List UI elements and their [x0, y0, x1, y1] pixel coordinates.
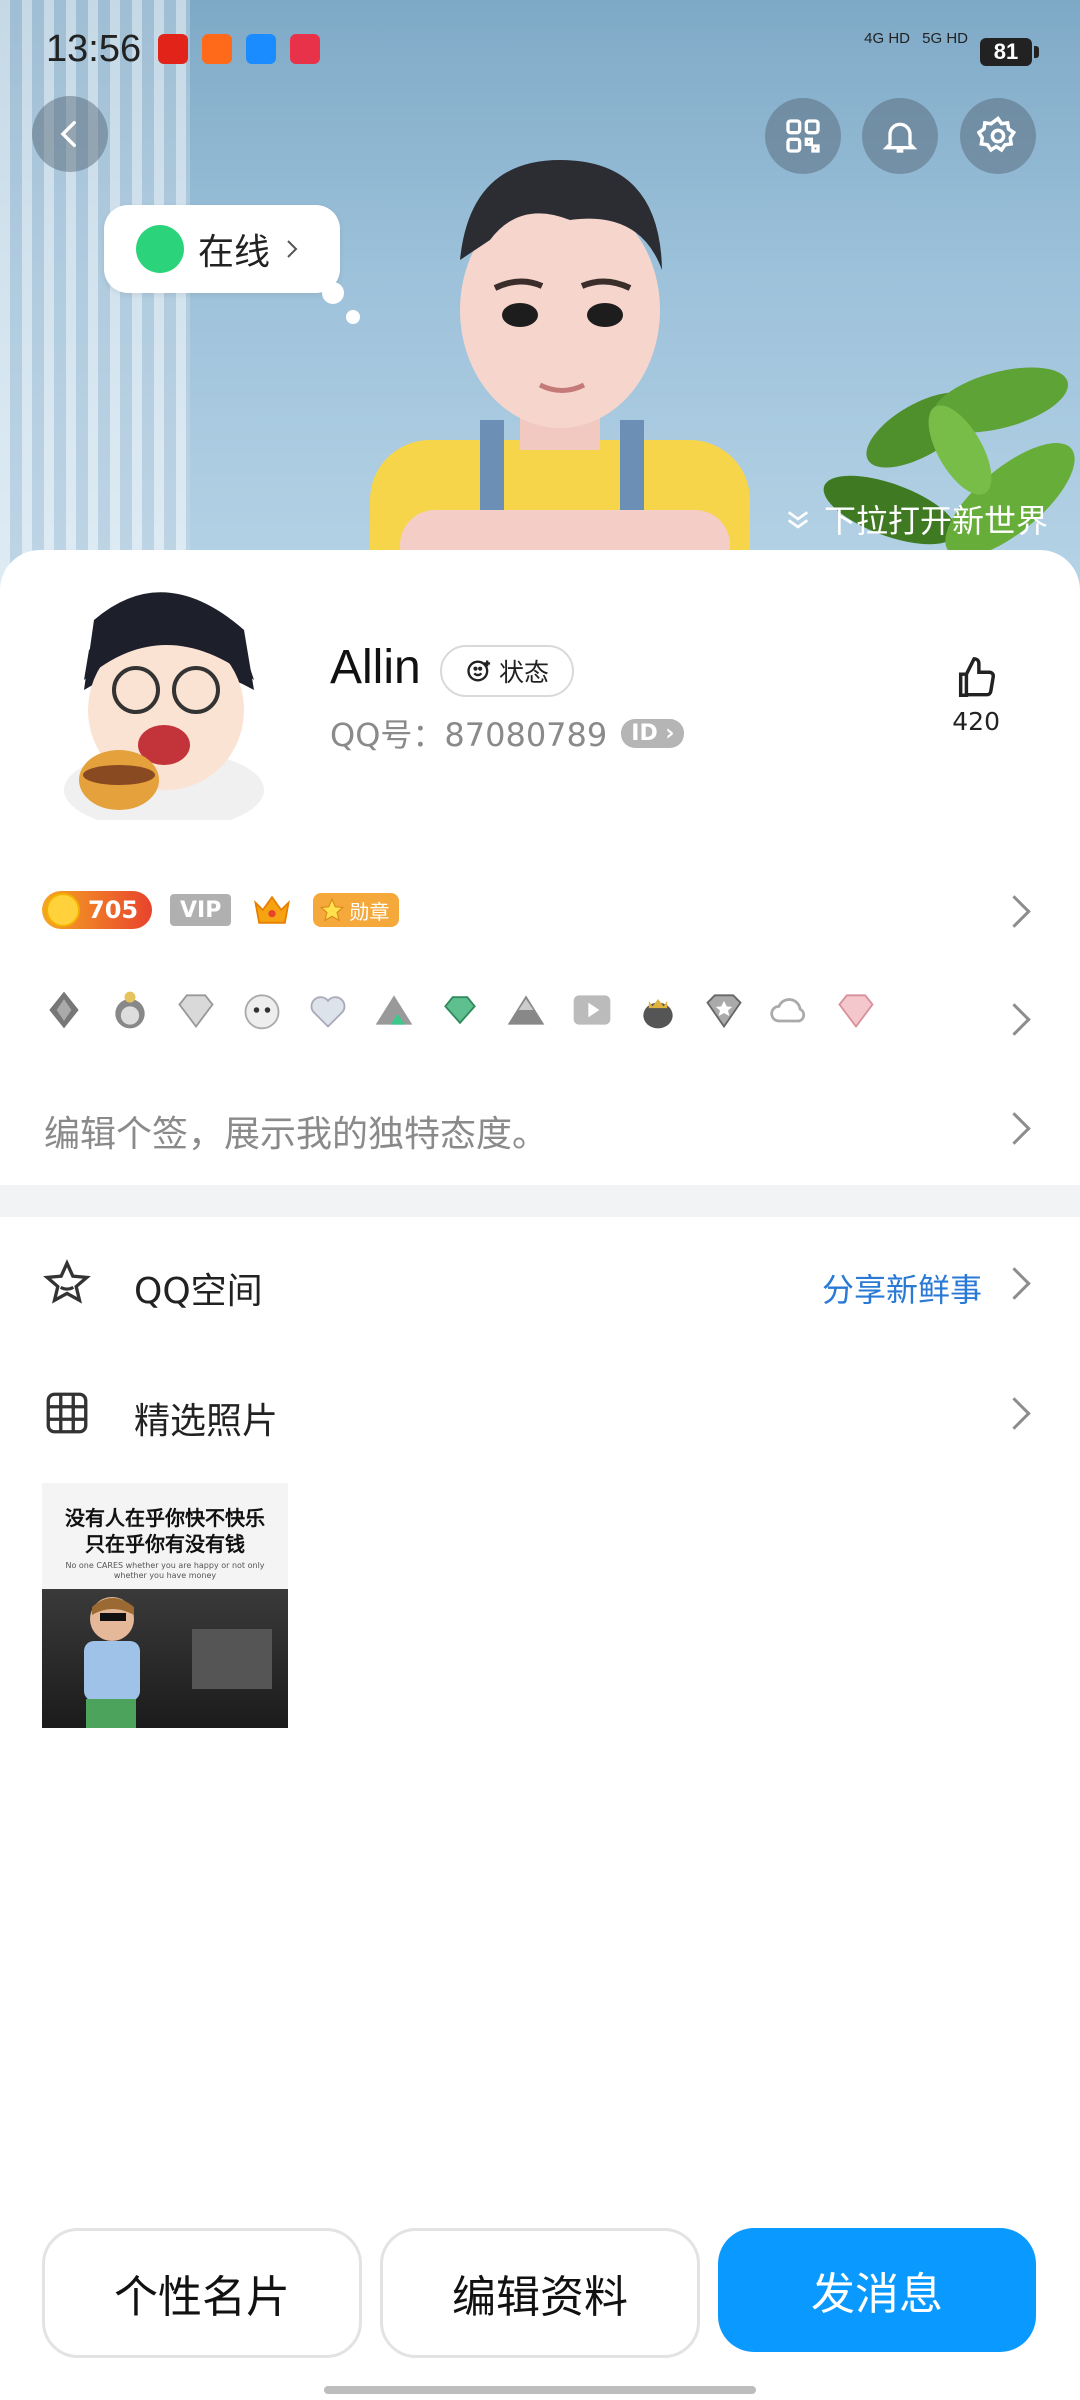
section-divider — [0, 1185, 1080, 1217]
app-icon-orange — [202, 34, 232, 64]
status-bar: 13:56 4G HD 5G HD 81 — [0, 0, 1080, 100]
featured-photo[interactable]: 没有人在乎你快不快乐 只在乎你有没有钱 No one CARES whether… — [42, 1483, 288, 1728]
pull-hint-text: 下拉打开新世界 — [823, 502, 1048, 540]
photo-image — [42, 1589, 288, 1728]
smile-plus-icon — [467, 660, 491, 682]
medal-badge: 勋章 — [313, 893, 400, 927]
coin-level-badge: 705 — [42, 891, 152, 929]
signal-4g: 4G HD — [864, 30, 910, 47]
like-button[interactable]: 420 — [952, 655, 1000, 736]
profile-hero-banner[interactable]: 13:56 4G HD 5G HD 81 在线 下拉打开新世界 — [0, 0, 1080, 590]
pink-diamond-icon — [838, 994, 874, 1029]
notification-button[interactable] — [862, 98, 938, 174]
bomb-face-icon — [244, 994, 280, 1030]
photo-caption-cn-2: 只在乎你有没有钱 — [85, 1532, 245, 1556]
send-message-button[interactable]: 发消息 — [718, 2228, 1036, 2352]
coin-icon — [46, 893, 80, 927]
battery-indicator: 81 — [980, 38, 1039, 66]
online-dot-icon — [136, 225, 184, 273]
qr-code-button[interactable] — [765, 98, 841, 174]
photo-caption-area: 没有人在乎你快不快乐 只在乎你有没有钱 No one CARES whether… — [42, 1483, 288, 1589]
online-label: 在线 — [198, 232, 271, 273]
profile-name: Allin — [330, 641, 421, 694]
crown-icon — [254, 895, 291, 924]
3d-avatar[interactable] — [370, 140, 750, 590]
qq-number: QQ号：87080789 — [330, 716, 608, 754]
thumbs-up-icon — [959, 657, 996, 697]
id-badge-label: ID — [631, 720, 658, 746]
profile-avatar[interactable] — [44, 570, 284, 820]
vip-badge: VIP — [170, 894, 232, 926]
penguin-crown-icon — [49, 991, 79, 1029]
photo-caption-cn-1: 没有人在乎你快不快乐 — [65, 1506, 265, 1530]
settings-button[interactable] — [960, 98, 1036, 174]
qq-number-row[interactable]: QQ号：87080789 ID › — [330, 710, 685, 756]
app-icon-pink — [290, 34, 320, 64]
diamond-icon — [178, 994, 214, 1029]
pull-down-hint[interactable]: 下拉打开新世界 — [782, 496, 1048, 542]
share-news-link[interactable]: 分享新鲜事 — [822, 1265, 982, 1311]
cloud-icon — [770, 998, 806, 1023]
profile-card-button[interactable]: 个性名片 — [42, 2228, 362, 2358]
bubble-tail-dot — [322, 282, 344, 304]
coin-value: 705 — [88, 896, 139, 924]
chevron-right-icon — [287, 240, 298, 258]
profile-sheet — [0, 550, 1080, 2400]
achievement-icons-row[interactable] — [42, 988, 878, 1032]
bell-icon — [882, 122, 918, 153]
status-chip-label: 状态 — [498, 658, 549, 687]
double-chevron-down-icon — [787, 511, 809, 529]
app-icon-blue — [246, 34, 276, 64]
status-chip[interactable]: 状态 — [440, 645, 574, 697]
green-gem-icon — [444, 996, 476, 1025]
bubble-tail-dot — [346, 310, 360, 324]
home-indicator[interactable] — [324, 2386, 756, 2394]
photo-figure — [84, 1597, 272, 1728]
gear-icon — [977, 115, 1017, 153]
chevron-left-icon — [60, 120, 76, 148]
badge-row[interactable]: 705 VIP 勋章 — [42, 888, 400, 932]
star-icon — [320, 897, 345, 922]
mountain-gem-icon — [375, 995, 413, 1025]
status-time: 13:56 — [46, 28, 142, 70]
edit-profile-button[interactable]: 编辑资料 — [380, 2228, 700, 2358]
star-outline-icon — [43, 1259, 91, 1304]
online-status-bubble[interactable]: 在线 — [104, 205, 340, 293]
penguin-king-icon — [643, 999, 673, 1029]
qr-code-icon — [786, 119, 820, 153]
app-icon-red — [158, 34, 188, 64]
qzone-label[interactable]: QQ空间 — [134, 1262, 263, 1314]
signal-5g: 5G HD — [922, 30, 968, 47]
star-gem-icon — [706, 994, 742, 1029]
id-badge[interactable]: ID › — [621, 718, 685, 748]
mountain-icon — [507, 995, 545, 1025]
plant-decoration — [823, 367, 1075, 557]
signature-placeholder[interactable]: 编辑个签，展示我的独特态度。 — [44, 1105, 548, 1157]
grid-icon — [46, 1392, 88, 1434]
photo-caption-en: No one CARES whether you are happy or no… — [65, 1561, 265, 1580]
notification-icons — [158, 34, 320, 64]
like-count: 420 — [952, 707, 1000, 736]
penguin-icon — [115, 991, 145, 1029]
back-button[interactable] — [32, 96, 108, 172]
featured-photos-label[interactable]: 精选照片 — [134, 1392, 278, 1444]
heart-icon — [310, 996, 346, 1028]
medal-label: 勋章 — [349, 899, 390, 924]
vip-play-icon — [573, 995, 611, 1025]
